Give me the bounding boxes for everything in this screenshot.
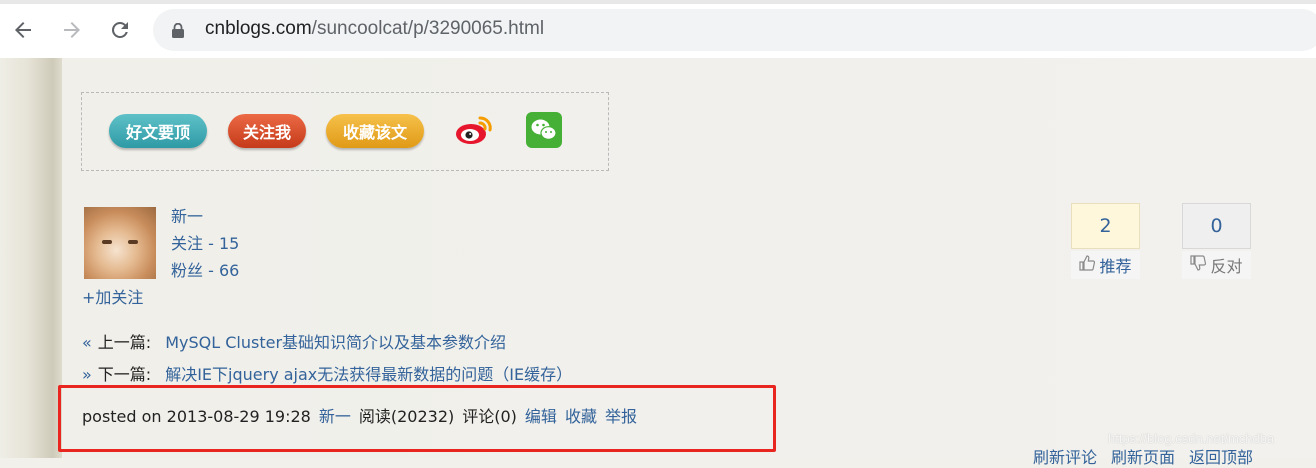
page-left-border <box>0 58 62 458</box>
next-post-label: 下一篇: <box>97 365 152 384</box>
browser-toolbar: cnblogs.com/suncoolcat/p/3290065.html <box>0 0 1316 59</box>
lock-icon <box>172 22 184 42</box>
next-post-row: » 下一篇: 解决IE下jquery ajax无法获得最新数据的问题（IE缓存） <box>82 361 572 385</box>
share-buttons-box: 好文要顶 关注我 收藏该文 <box>81 92 609 171</box>
author-followers-link[interactable]: 粉丝 - 66 <box>171 257 239 281</box>
tab-strip-edge <box>0 0 1316 4</box>
weibo-icon[interactable] <box>454 112 494 152</box>
prev-post-row: « 上一篇: MySQL Cluster基础知识简介以及基本参数介绍 <box>82 329 506 353</box>
digg-button[interactable]: 好文要顶 <box>109 114 207 148</box>
back-arrow-icon[interactable] <box>10 17 36 43</box>
avatar-eye-left <box>102 240 112 244</box>
favorite-post-button[interactable]: 收藏该文 <box>326 114 424 148</box>
digg-vote-label: 推荐 <box>1099 257 1132 276</box>
thumbs-up-icon <box>1079 255 1096 275</box>
bury-count[interactable]: 0 <box>1182 203 1251 249</box>
forward-arrow-icon[interactable] <box>59 17 85 43</box>
add-follow-link[interactable]: +加关注 <box>82 284 143 308</box>
address-bar[interactable]: cnblogs.com/suncoolcat/p/3290065.html <box>153 9 1316 51</box>
digg-vote-button[interactable]: 推荐 <box>1071 251 1140 279</box>
bury-vote-label: 反对 <box>1210 257 1243 276</box>
prev-post-label: 上一篇: <box>97 333 152 352</box>
url-text: cnblogs.com/suncoolcat/p/3290065.html <box>205 18 544 40</box>
csdn-watermark: https://blog.csdn.net/mchdba <box>1108 431 1275 446</box>
wechat-icon[interactable] <box>526 112 562 148</box>
prev-arrow: « <box>82 333 92 352</box>
bury-vote-button[interactable]: 反对 <box>1182 251 1251 279</box>
url-path: /suncoolcat/p/3290065.html <box>311 18 545 39</box>
highlight-box <box>58 385 776 452</box>
avatar-eye-right <box>128 240 138 244</box>
digg-count[interactable]: 2 <box>1071 203 1140 249</box>
url-host: cnblogs.com <box>205 18 312 39</box>
thumbs-down-icon <box>1190 255 1207 275</box>
next-arrow: » <box>82 365 92 384</box>
prev-post-link[interactable]: MySQL Cluster基础知识简介以及基本参数介绍 <box>165 333 506 352</box>
author-avatar[interactable] <box>84 207 156 279</box>
comment-actions: 刷新评论 刷新页面 返回顶部 <box>1033 444 1267 468</box>
author-following-link[interactable]: 关注 - 15 <box>171 230 239 254</box>
reload-icon[interactable] <box>107 17 133 43</box>
follow-me-button[interactable]: 关注我 <box>228 114 306 148</box>
next-post-link[interactable]: 解决IE下jquery ajax无法获得最新数据的问题（IE缓存） <box>165 365 572 384</box>
author-name-link[interactable]: 新一 <box>171 203 203 227</box>
